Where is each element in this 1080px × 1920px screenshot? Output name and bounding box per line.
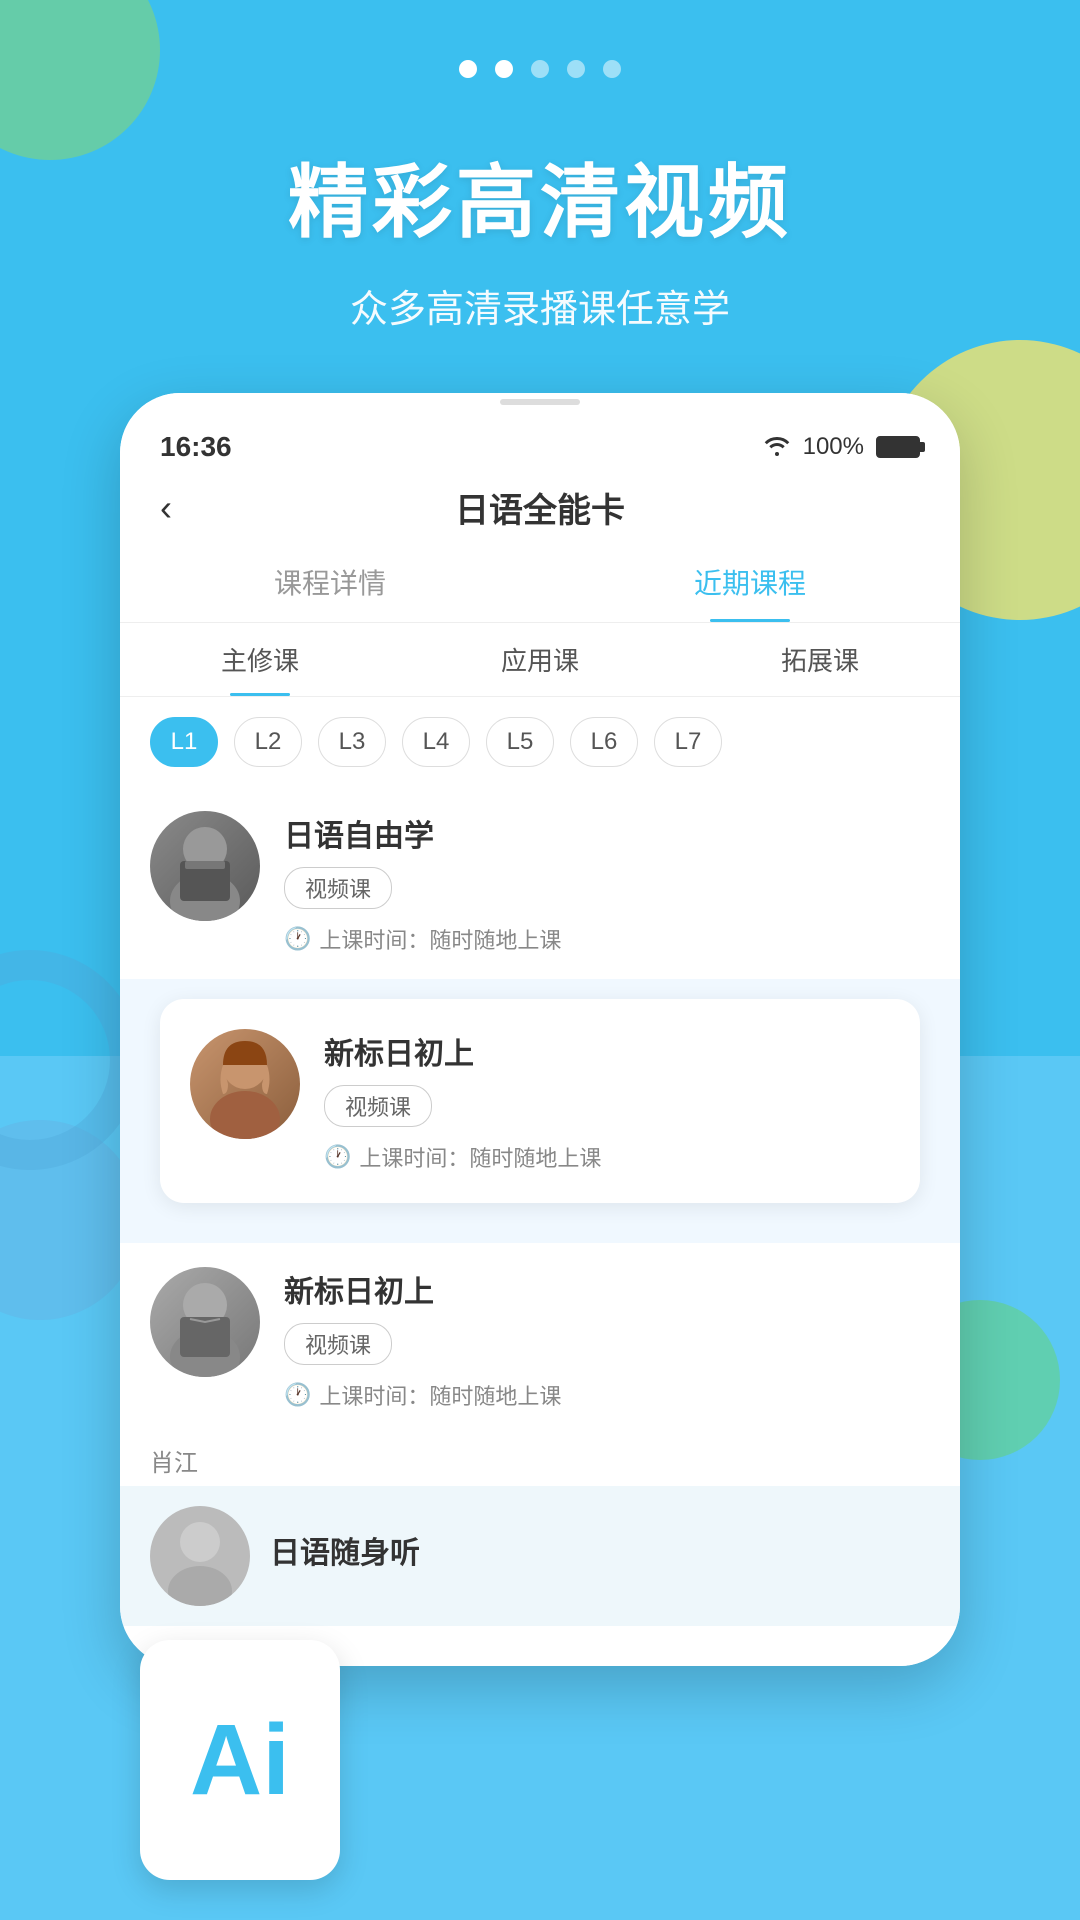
course-card-2[interactable]: 新标日初上 视频课 🕐 上课时间：随时随地上课 [160,999,920,1203]
level-l1[interactable]: L1 [150,717,218,767]
phone-mockup: 16:36 100% ‹ 日语全能卡 课程详情 [120,393,960,1666]
level-l7[interactable]: L7 [654,717,722,767]
back-button[interactable]: ‹ [160,487,172,529]
course-avatar-4 [150,1506,250,1606]
hero-subtitle: 众多高清录播课任意学 [350,278,730,333]
course-time-2: 🕐 上课时间：随时随地上课 [324,1141,890,1173]
hero-title: 精彩高清视频 [288,138,792,254]
course-card-3[interactable]: 新标日初上 视频课 🕐 上课时间：随时随地上课 [120,1243,960,1435]
level-l4[interactable]: L4 [402,717,470,767]
phone-time: 16:36 [160,431,232,463]
pagination-dots [459,60,621,78]
clock-icon-2: 🕐 [324,1144,351,1170]
course-tag-3: 视频课 [284,1323,392,1365]
battery-percentage: 100% [803,433,864,461]
course-card-1[interactable]: 日语自由学 视频课 🕐 上课时间：随时随地上课 [120,787,960,979]
teacher-name: 肖江 [120,1435,960,1486]
course-info-3: 新标日初上 视频课 🕐 上课时间：随时随地上课 [284,1267,930,1411]
clock-icon-1: 🕐 [284,926,311,952]
level-l3[interactable]: L3 [318,717,386,767]
app-header: ‹ 日语全能卡 [120,463,960,542]
sub-tab-main-course[interactable]: 主修课 [120,623,400,696]
course-tag-1: 视频课 [284,867,392,909]
course-info-1: 日语自由学 视频课 🕐 上课时间：随时随地上课 [284,811,930,955]
course-name-3: 新标日初上 [284,1267,930,1311]
course-avatar-3 [150,1267,260,1377]
sub-tab-applied-course[interactable]: 应用课 [400,623,680,696]
ai-text: Ai [190,1710,290,1810]
main-tabs: 课程详情 近期课程 [120,542,960,623]
dot-3[interactable] [531,60,549,78]
course-info-2: 新标日初上 视频课 🕐 上课时间：随时随地上课 [324,1029,890,1173]
course-highlight-wrapper: 新标日初上 视频课 🕐 上课时间：随时随地上课 [120,979,960,1243]
level-l6[interactable]: L6 [570,717,638,767]
level-l2[interactable]: L2 [234,717,302,767]
course-time-3: 🕐 上课时间：随时随地上课 [284,1379,930,1411]
dot-1[interactable] [459,60,477,78]
scroll-hint [120,393,960,411]
tab-recent-courses[interactable]: 近期课程 [540,542,960,622]
ai-badge-container: Ai [140,1640,340,1880]
course-tag-2: 视频课 [324,1085,432,1127]
wifi-icon [763,432,791,463]
scroll-handle [500,399,580,405]
dot-4[interactable] [567,60,585,78]
course-name-4: 日语随身听 [270,1528,420,1572]
dot-5[interactable] [603,60,621,78]
clock-icon-3: 🕐 [284,1382,311,1408]
level-pills: L1 L2 L3 L4 L5 L6 L7 [120,697,960,787]
tab-course-detail[interactable]: 课程详情 [120,542,540,622]
sub-tab-extended-course[interactable]: 拓展课 [680,623,960,696]
status-bar: 16:36 100% [120,411,960,463]
course-card-4[interactable]: 日语随身听 [120,1486,960,1626]
phone-status-icons: 100% [763,432,920,463]
course-time-1: 🕐 上课时间：随时随地上课 [284,923,930,955]
course-avatar-1 [150,811,260,921]
course-name-2: 新标日初上 [324,1029,890,1073]
main-content: 精彩高清视频 众多高清录播课任意学 16:36 100% [0,0,1080,1666]
ai-badge: Ai [140,1640,340,1880]
battery-icon [876,436,920,458]
course-name-1: 日语自由学 [284,811,930,855]
course-3-wrapper: 新标日初上 视频课 🕐 上课时间：随时随地上课 肖江 [120,1243,960,1486]
dot-2[interactable] [495,60,513,78]
level-l5[interactable]: L5 [486,717,554,767]
sub-tabs: 主修课 应用课 拓展课 [120,623,960,697]
page-title: 日语全能卡 [455,483,625,532]
course-avatar-2 [190,1029,300,1139]
